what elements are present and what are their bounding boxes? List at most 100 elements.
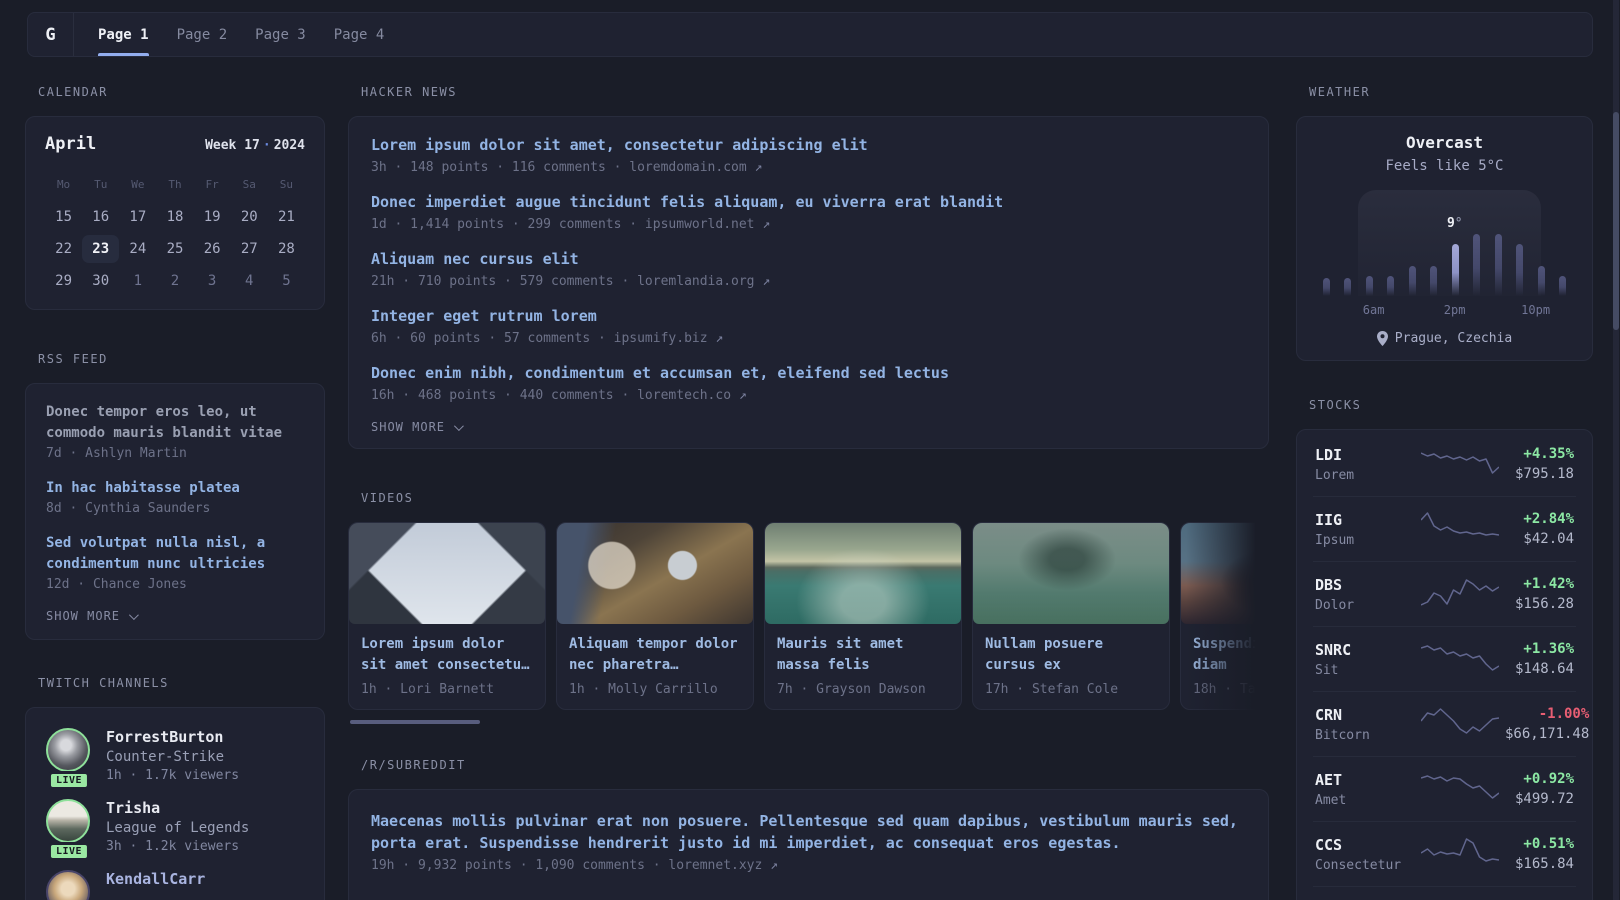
video-thumbnail[interactable] [1181,523,1269,624]
tab-page-3[interactable]: Page 3 [255,13,306,56]
avatar[interactable] [46,799,90,843]
stock-change: +1.36% [1523,641,1574,657]
stock-row[interactable]: SNRC Sit +1.36% $148.64 [1313,626,1576,691]
twitch-channel-row[interactable]: LIVE Trisha League of Legends 3h · 1.2k vie… [46,799,304,861]
rss-item-title[interactable]: Donec tempor eros leo, ut commodo mauris… [46,402,304,444]
stock-row[interactable]: AHS+0.46% [1313,886,1576,900]
hackernews-item-title[interactable]: Integer eget rutrum lorem [371,306,1246,327]
video-title[interactable]: Mauris sit amet massa felis [777,634,949,676]
carousel-scroll-indicator[interactable] [350,720,480,724]
twitch-channel-info: KendallCarr [106,870,205,900]
weather-bar [1451,244,1459,296]
twitch-channel-name[interactable]: Trisha [106,799,249,817]
rss-item-title[interactable]: In hac habitasse platea [46,478,304,499]
videos-carousel-wrap: Lorem ipsum dolor sit amet consectetu… 1h… [348,517,1271,715]
live-badge: LIVE [47,842,91,861]
twitch-channel-info: Trisha League of Legends 3h · 1.2k viewers [106,799,249,854]
external-link-icon[interactable]: ↗ [755,160,763,175]
external-link-icon[interactable]: ↗ [762,217,770,232]
hackernews-widget: Lorem ipsum dolor sit amet, consectetur … [348,116,1269,449]
weather-bar [1516,244,1524,296]
twitch-channel-row[interactable]: LIVE ForrestBurton Counter-Strike 1h · 1.7k… [46,728,304,790]
calendar-week: Week 17 [205,138,260,153]
hackernews-item-title[interactable]: Aliquam nec cursus elit [371,249,1246,270]
subreddit-post-title[interactable]: Maecenas mollis pulvinar erat non posuer… [371,810,1246,854]
twitch-channel-row[interactable]: KendallCarr [46,870,304,900]
stock-row[interactable]: LDI Lorem +4.35% $795.18 [1313,432,1576,496]
twitch-widget: LIVE ForrestBurton Counter-Strike 1h · 1.7k… [25,707,325,900]
twitch-channel-info: ForrestBurton Counter-Strike 1h · 1.7k vie… [106,728,239,783]
video-card[interactable]: Lorem ipsum dolor sit amet consectetu… 1h… [348,522,546,710]
stock-row[interactable]: CCS Consectetur +0.51% $165.84 [1313,821,1576,886]
external-link-icon[interactable]: ↗ [739,388,747,403]
external-link-icon[interactable]: ↗ [770,858,778,873]
hackernews-item: Integer eget rutrum lorem 6h · 60 points … [371,306,1246,346]
hackernews-item-title[interactable]: Donec enim nibh, condimentum et accumsan… [371,363,1246,384]
stock-price: $795.18 [1514,466,1574,482]
video-title[interactable]: Suspendisse diam [1193,634,1269,676]
scrollbar-thumb[interactable] [1613,112,1619,330]
calendar-month: April [45,134,97,154]
video-card[interactable]: Suspendisse diam 18h · Tara [1180,522,1269,710]
stock-name: Ipsum [1315,532,1355,548]
middle-column: HACKER NEWS Lorem ipsum dolor sit amet, … [348,85,1271,900]
stock-values: -1.00% $66,171.48 [1505,706,1589,742]
stock-change: +0.51% [1523,836,1574,852]
calendar-day: 4 [245,273,254,289]
stock-values: +0.51% $165.84 [1505,836,1574,872]
calendar-day: 19 [203,209,221,225]
hackernews-item-title[interactable]: Lorem ipsum dolor sit amet, consectetur … [371,135,1246,156]
hackernews-item-meta: 21h · 710 points · 579 comments · loreml… [371,274,771,289]
app-logo[interactable]: G [28,13,74,56]
stock-info: CRN Bitcorn [1315,706,1415,743]
video-title[interactable]: Aliquam tempor dolor nec pharetra… [569,634,741,676]
hackernews-item-meta: 1d · 1,414 points · 299 comments · ipsum… [371,217,771,232]
tab-page-2[interactable]: Page 2 [177,13,228,56]
video-thumbnail[interactable] [557,523,753,624]
stock-symbol: CCS [1315,835,1343,854]
video-title[interactable]: Nullam posuere cursus ex [985,634,1157,676]
twitch-channel-game: League of Legends [106,820,250,836]
weather-bar [1387,276,1395,296]
twitch-channel-name[interactable]: ForrestBurton [106,728,239,746]
hackernews-item-title[interactable]: Donec imperdiet augue tincidunt felis al… [371,192,1246,213]
twitch-channel-name[interactable]: KendallCarr [106,870,205,888]
stock-price: $66,171.48 [1505,726,1590,742]
external-link-icon[interactable]: ↗ [715,331,723,346]
stock-sparkline [1420,575,1500,613]
avatar[interactable] [46,728,90,772]
stock-row[interactable]: CRN Bitcorn -1.00% $66,171.48 [1313,691,1589,756]
avatar[interactable] [46,870,90,900]
tab-page-1[interactable]: Page 1 [98,13,149,56]
video-thumbnail[interactable] [349,523,545,624]
twitch-avatar-wrap: LIVE [46,799,92,861]
external-link-icon[interactable]: ↗ [762,274,770,289]
video-thumbnail[interactable] [765,523,961,624]
stock-row[interactable]: IIG Ipsum +2.84% $42.04 [1313,496,1576,561]
stock-row[interactable]: AET Amet +0.92% $499.72 [1313,756,1576,821]
stock-sparkline [1420,770,1500,808]
subreddit-section-label: /R/SUBREDDIT [361,758,466,772]
stock-symbol: LDI [1315,445,1343,464]
video-thumbnail[interactable] [973,523,1169,624]
video-card[interactable]: Nullam posuere cursus ex 17h · Stefan Col… [972,522,1170,710]
top-nav: G Page 1 Page 2 Page 3 Page 4 [27,12,1593,57]
video-card[interactable]: Aliquam tempor dolor nec pharetra… 1h · M… [556,522,754,710]
weather-condition: Overcast [1405,133,1484,152]
video-meta: 7h · Grayson Dawson [777,682,926,697]
calendar-day: 16 [92,209,110,225]
rss-item-meta: 8d · Cynthia Saunders [46,501,211,516]
stock-row[interactable]: DBS Dolor +1.42% $156.28 [1313,561,1576,626]
stock-name: Sit [1315,662,1339,678]
weather-bar [1430,266,1438,296]
video-title[interactable]: Lorem ipsum dolor sit amet consectetu… [361,634,533,676]
subreddit-post: Maecenas mollis pulvinar erat non posuer… [371,810,1246,873]
video-card[interactable]: Mauris sit amet massa felis 7h · Grayson … [764,522,962,710]
degree-symbol: ° [1454,216,1463,231]
rss-show-more-button[interactable]: SHOW MORE [46,609,304,623]
hackernews-section-label: HACKER NEWS [361,85,457,99]
hackernews-show-more-button[interactable]: SHOW MORE [371,420,1246,434]
rss-item-title[interactable]: Sed volutpat nulla nisl, a condimentum n… [46,533,304,575]
tab-page-4[interactable]: Page 4 [334,13,385,56]
calendar-day: 25 [166,241,184,257]
